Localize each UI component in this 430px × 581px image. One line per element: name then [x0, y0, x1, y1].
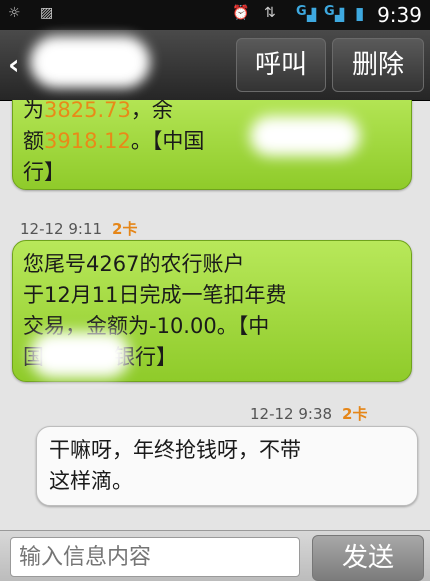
message-line: 这样滴。 [49, 469, 133, 493]
contact-name-redacted [30, 36, 150, 88]
message-line: 于12月11日完成一笔扣年费 [23, 283, 287, 307]
status-bar: ☼ ▨ ⏰ ⇅ G ▟ G ▟ ▮ 9:39 [0, 0, 430, 30]
message-line: 行】 [23, 160, 65, 184]
battery-icon: ▮ [355, 4, 365, 24]
message-meta: 12-12 9:38 2卡 [250, 403, 367, 424]
signal-1-label: G [296, 4, 307, 19]
message-bubble[interactable]: 干嘛呀，年终抢钱呀，不带 这样滴。 [36, 426, 418, 506]
message-time: 12-12 9:11 [20, 220, 103, 238]
redaction-blur [30, 332, 130, 378]
conversation-header: ‹ 呼叫 删除 [0, 30, 430, 101]
message-thread[interactable]: 为3825.73，余 额3918.12。【中国 行】 12-12 9:11 2卡 … [0, 100, 430, 530]
signal-icon: ▟ [335, 8, 345, 22]
image-icon: ▨ [40, 5, 54, 21]
amount-link[interactable]: 3918.12 [44, 129, 131, 153]
clock: 9:39 [377, 3, 422, 27]
send-button[interactable]: 发送 [312, 535, 424, 581]
amount-link[interactable]: 3825.73 [44, 100, 131, 122]
redaction-blur [250, 116, 360, 156]
composer-bar: 发送 [0, 530, 430, 581]
call-button[interactable]: 呼叫 [236, 38, 326, 92]
settings-icon: ☼ [8, 5, 21, 21]
delete-button[interactable]: 删除 [332, 38, 424, 92]
message-line: 干嘛呀，年终抢钱呀，不带 [49, 438, 301, 462]
message-line: 您尾号4267的农行账户 [23, 252, 245, 276]
sim-label: 2卡 [342, 405, 368, 423]
sim-label: 2卡 [112, 220, 138, 238]
signal-2-label: G [324, 4, 335, 19]
message-meta: 12-12 9:11 2卡 [20, 218, 137, 239]
message-input[interactable] [10, 537, 300, 577]
chevron-left-icon[interactable]: ‹ [8, 48, 20, 81]
alarm-icon: ⏰ [232, 5, 250, 21]
message-time: 12-12 9:38 [250, 405, 333, 423]
sync-icon: ⇅ [264, 5, 276, 21]
signal-icon: ▟ [307, 8, 317, 22]
